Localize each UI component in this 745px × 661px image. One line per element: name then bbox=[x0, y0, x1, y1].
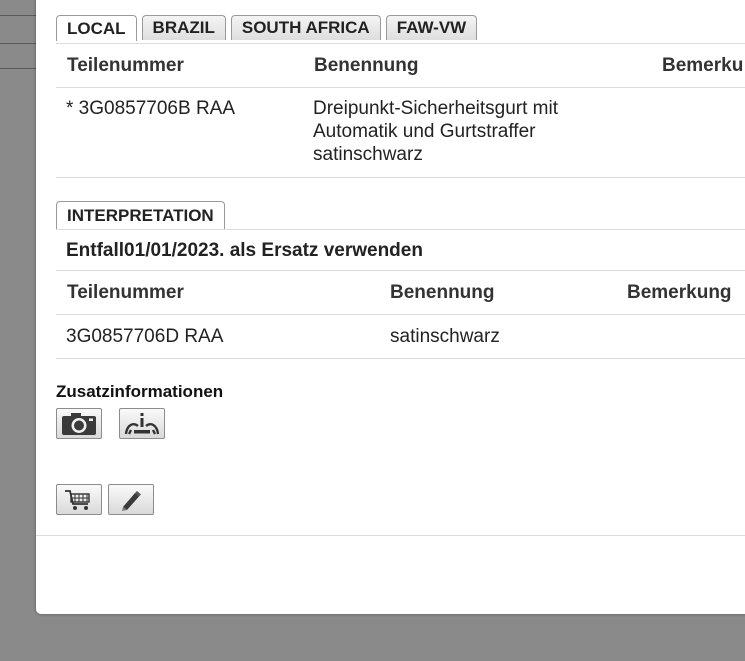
column-header-description: Benennung bbox=[314, 55, 419, 76]
part-description: satinschwarz bbox=[390, 326, 500, 347]
column-header-remark: Bemerku bbox=[662, 55, 744, 76]
interpretation-divider bbox=[56, 229, 745, 230]
part-number: 3G0857706D RAA bbox=[66, 326, 224, 347]
background-divider bbox=[0, 43, 36, 44]
column-header-part-number: Teilenummer bbox=[67, 55, 184, 76]
background-divider bbox=[0, 15, 36, 16]
part-details-panel: LOCAL BRAZIL SOUTH AFRICA FAW-VW Teilenu… bbox=[36, 0, 745, 614]
table-row-divider bbox=[56, 177, 745, 178]
region-tabs: LOCAL BRAZIL SOUTH AFRICA FAW-VW bbox=[56, 15, 478, 41]
photo-button[interactable] bbox=[56, 408, 102, 439]
footer-divider bbox=[36, 535, 745, 536]
tabs-divider bbox=[56, 43, 745, 44]
column-header-remark: Bemerkung bbox=[627, 282, 732, 303]
part-description-line: Dreipunkt-Sicherheitsgurt mit bbox=[313, 98, 558, 119]
table-header-divider bbox=[56, 314, 745, 315]
table-header-divider bbox=[56, 87, 745, 88]
installation-location-button[interactable] bbox=[119, 408, 165, 439]
add-to-cart-button[interactable] bbox=[56, 484, 102, 515]
part-description-line: Automatik und Gurtstraffer bbox=[313, 121, 536, 142]
tab-interpretation[interactable]: INTERPRETATION bbox=[56, 201, 225, 229]
part-description-line: satinschwarz bbox=[313, 144, 423, 165]
tab-local[interactable]: LOCAL bbox=[56, 15, 137, 41]
column-header-description: Benennung bbox=[390, 282, 495, 303]
pencil-icon bbox=[122, 490, 141, 511]
tab-south-africa[interactable]: SOUTH AFRICA bbox=[230, 15, 381, 40]
additional-info-title: Zusatzinformationen bbox=[56, 382, 224, 401]
table-row-divider bbox=[56, 358, 745, 359]
background-divider bbox=[0, 68, 36, 69]
edit-button[interactable] bbox=[108, 484, 154, 515]
column-header-part-number: Teilenummer bbox=[67, 282, 184, 303]
tab-brazil[interactable]: BRAZIL bbox=[141, 15, 226, 40]
part-number: * 3G0857706B RAA bbox=[66, 98, 236, 119]
camera-icon bbox=[62, 412, 96, 435]
shopping-cart-icon bbox=[65, 489, 90, 510]
installation-location-icon bbox=[124, 412, 160, 435]
interpretation-note: Entfall01/01/2023. als Ersatz verwenden bbox=[66, 240, 423, 261]
tab-faw-vw[interactable]: FAW-VW bbox=[385, 15, 478, 40]
interpretation-note-divider bbox=[56, 270, 745, 271]
